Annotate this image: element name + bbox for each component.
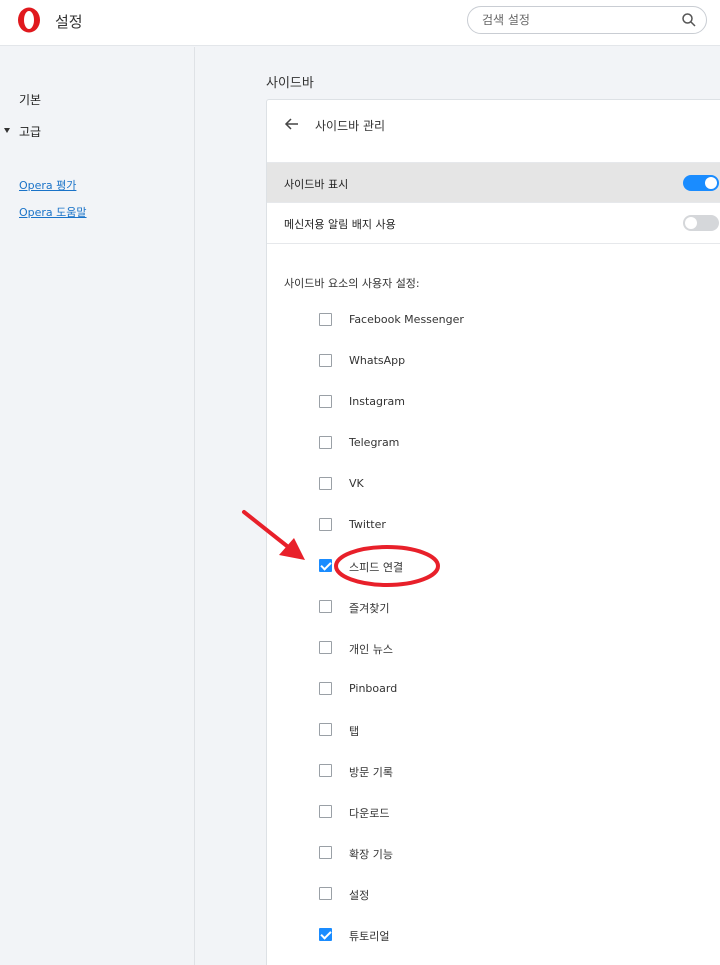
sidebar-element-item[interactable]: 탭 bbox=[319, 721, 619, 741]
sidebar-element-item[interactable]: 튜토리얼 bbox=[319, 926, 619, 946]
checkbox-checked[interactable] bbox=[319, 928, 332, 941]
sidebar-element-item[interactable]: Instagram bbox=[319, 393, 619, 413]
search-icon[interactable] bbox=[681, 12, 697, 28]
checkbox-unchecked[interactable] bbox=[319, 641, 332, 654]
checkbox-unchecked[interactable] bbox=[319, 887, 332, 900]
sidebar-element-label: 개인 뉴스 bbox=[349, 643, 393, 656]
checkbox-unchecked[interactable] bbox=[319, 682, 332, 695]
settings-nav: 기본 고급 Opera 평가 Opera 도움말 bbox=[0, 47, 195, 965]
opera-help-link[interactable]: Opera 도움말 bbox=[19, 204, 87, 220]
sidebar-element-label: 스피드 연결 bbox=[349, 561, 404, 574]
sidebar-element-label: Twitter bbox=[349, 518, 386, 531]
sidebar-element-label: VK bbox=[349, 477, 364, 490]
nav-item-basic[interactable]: 기본 bbox=[19, 91, 41, 108]
card-title: 사이드바 관리 bbox=[315, 119, 386, 133]
page-title: 설정 bbox=[55, 13, 83, 31]
checkbox-unchecked[interactable] bbox=[319, 846, 332, 859]
sidebar-element-item[interactable]: Pinboard bbox=[319, 680, 619, 700]
sidebar-element-label: 탭 bbox=[349, 725, 360, 738]
sidebar-element-item[interactable]: 스피드 연결 bbox=[319, 557, 619, 577]
sidebar-element-item[interactable]: VK bbox=[319, 475, 619, 495]
sidebar-settings-card: 사이드바 관리 사이드바 표시 메신저용 알림 배지 사용 사이드바 요소의 사… bbox=[266, 99, 720, 965]
messenger-badge-row[interactable]: 메신저용 알림 배지 사용 bbox=[267, 202, 720, 242]
sidebar-element-item[interactable]: Twitter bbox=[319, 516, 619, 536]
sidebar-element-label: Pinboard bbox=[349, 682, 398, 695]
show-sidebar-label: 사이드바 표시 bbox=[284, 178, 349, 191]
sidebar-element-item[interactable]: 개인 뉴스 bbox=[319, 639, 619, 659]
search-box[interactable] bbox=[467, 6, 707, 34]
checkbox-unchecked[interactable] bbox=[319, 477, 332, 490]
checkbox-unchecked[interactable] bbox=[319, 723, 332, 736]
checkbox-unchecked[interactable] bbox=[319, 805, 332, 818]
top-bar: 설정 bbox=[0, 0, 720, 46]
toggle-knob bbox=[705, 177, 717, 189]
section-title: 사이드바 bbox=[266, 76, 314, 91]
checkbox-unchecked[interactable] bbox=[319, 436, 332, 449]
sidebar-element-label: Instagram bbox=[349, 395, 405, 408]
checkbox-unchecked[interactable] bbox=[319, 313, 332, 326]
checkbox-unchecked[interactable] bbox=[319, 600, 332, 613]
card-header: 사이드바 관리 bbox=[267, 100, 720, 152]
sidebar-element-label: Facebook Messenger bbox=[349, 313, 464, 326]
checkbox-unchecked[interactable] bbox=[319, 395, 332, 408]
sidebar-element-item[interactable]: 다운로드 bbox=[319, 803, 619, 823]
messenger-badge-toggle[interactable] bbox=[683, 215, 719, 231]
sidebar-element-label: 설정 bbox=[349, 889, 370, 902]
sidebar-element-label: 확장 기능 bbox=[349, 848, 393, 861]
sidebar-element-label: Telegram bbox=[349, 436, 400, 449]
opera-logo-icon bbox=[18, 7, 40, 33]
toggle-knob bbox=[685, 217, 697, 229]
sidebar-element-label: 방문 기록 bbox=[349, 766, 393, 779]
sidebar-element-item[interactable]: 방문 기록 bbox=[319, 762, 619, 782]
nav-item-advanced[interactable]: 고급 bbox=[19, 123, 41, 140]
expand-triangle-icon bbox=[4, 128, 10, 133]
show-sidebar-row[interactable]: 사이드바 표시 bbox=[267, 162, 720, 202]
rate-opera-link[interactable]: Opera 평가 bbox=[19, 177, 76, 193]
sidebar-element-item[interactable]: 즐겨찾기 bbox=[319, 598, 619, 618]
messenger-badge-label: 메신저용 알림 배지 사용 bbox=[284, 218, 396, 231]
checkbox-unchecked[interactable] bbox=[319, 764, 332, 777]
sidebar-element-label: 튜토리얼 bbox=[349, 930, 390, 943]
sidebar-element-item[interactable]: 설정 bbox=[319, 885, 619, 905]
show-sidebar-toggle[interactable] bbox=[683, 175, 719, 191]
sidebar-element-label: 다운로드 bbox=[349, 807, 390, 820]
sidebar-element-item[interactable]: Facebook Messenger bbox=[319, 311, 619, 331]
sidebar-element-label: WhatsApp bbox=[349, 354, 406, 367]
search-input[interactable] bbox=[482, 11, 672, 29]
customize-elements-label: 사이드바 요소의 사용자 설정: bbox=[284, 277, 420, 290]
sidebar-element-item[interactable]: 확장 기능 bbox=[319, 844, 619, 864]
checkbox-unchecked[interactable] bbox=[319, 518, 332, 531]
sidebar-element-item[interactable]: WhatsApp bbox=[319, 352, 619, 372]
sidebar-element-label: 즐겨찾기 bbox=[349, 602, 390, 615]
checkbox-checked[interactable] bbox=[319, 559, 332, 572]
back-arrow-icon[interactable] bbox=[284, 116, 300, 132]
sidebar-element-item[interactable]: Telegram bbox=[319, 434, 619, 454]
divider bbox=[267, 243, 720, 244]
checkbox-unchecked[interactable] bbox=[319, 354, 332, 367]
